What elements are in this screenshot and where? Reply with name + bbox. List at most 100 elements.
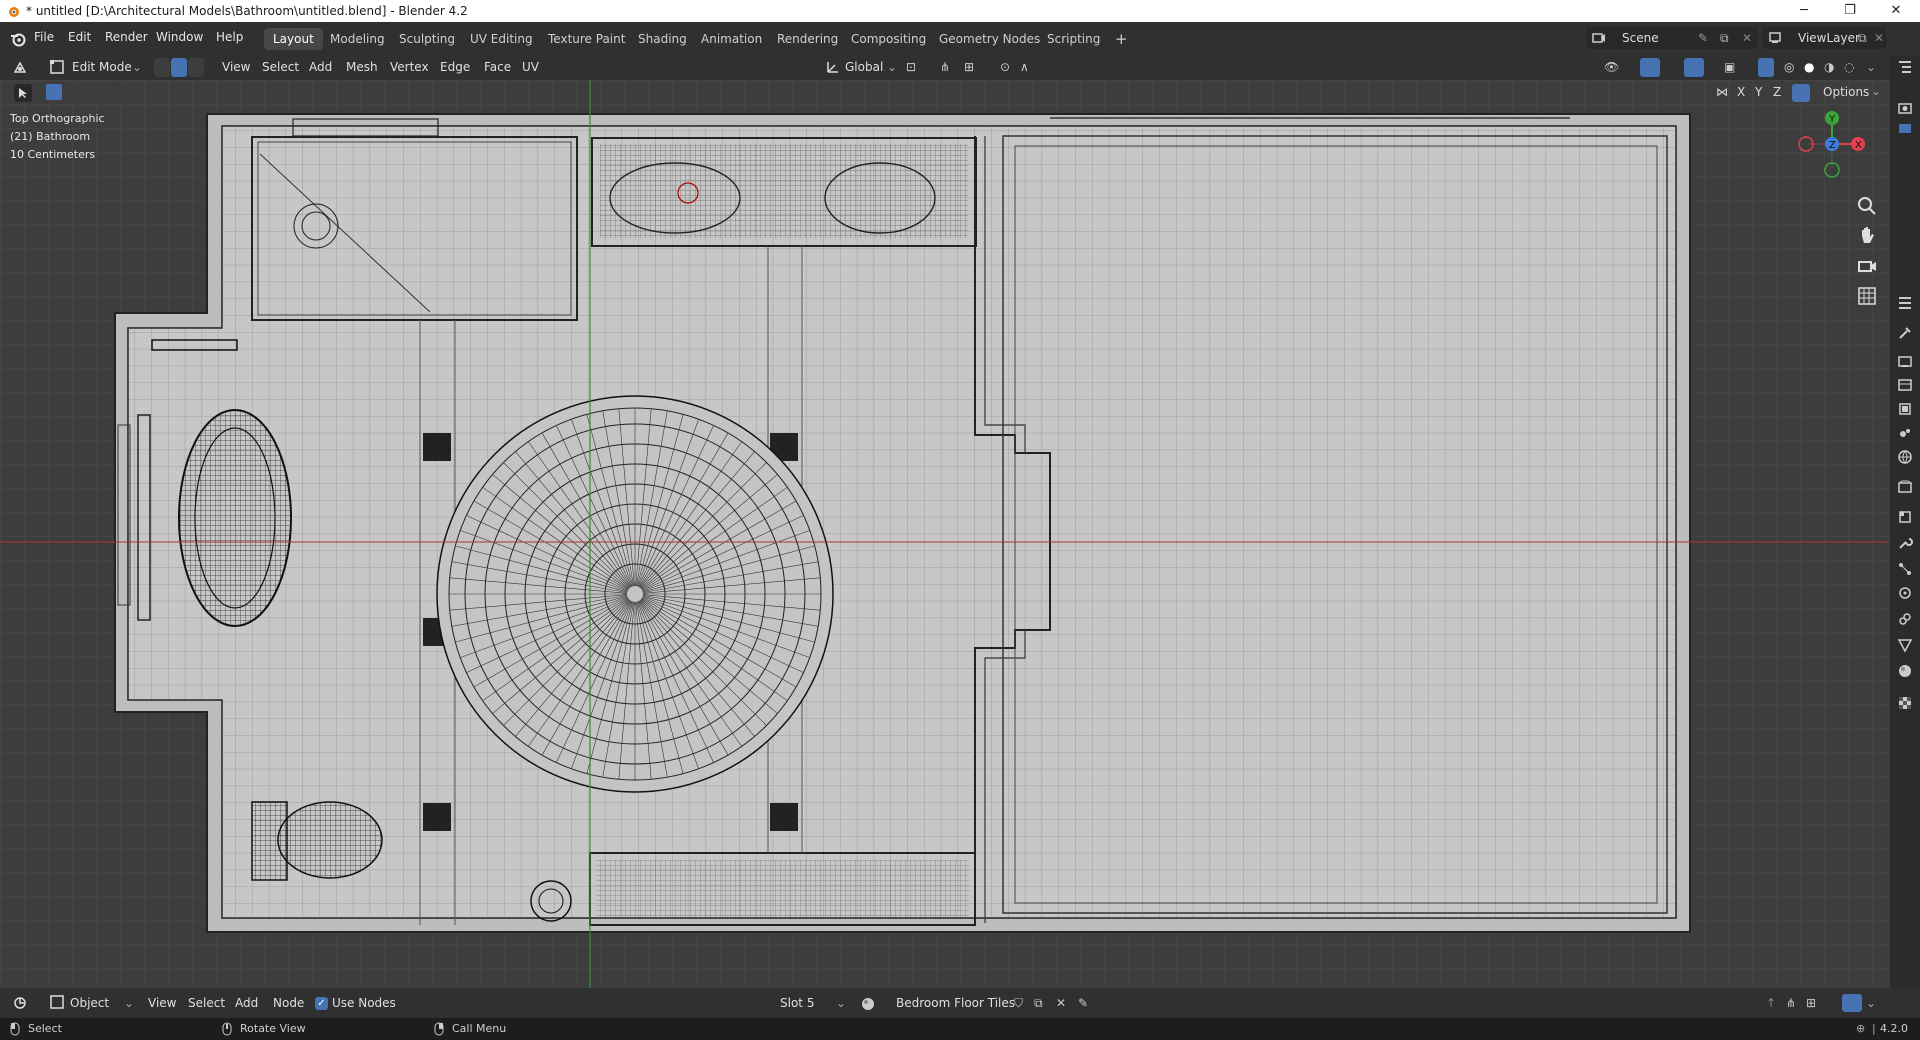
- editor-type-icon[interactable]: [12, 60, 28, 76]
- mirror-icon[interactable]: ⋈: [1716, 85, 1728, 99]
- menu-render[interactable]: Render: [105, 30, 148, 44]
- camera-view-icon[interactable]: [1855, 254, 1879, 278]
- camera-icon[interactable]: [1897, 99, 1913, 115]
- modifier-wrench-icon[interactable]: [1897, 535, 1913, 551]
- xray-icon[interactable]: ▣: [1724, 60, 1735, 74]
- remove-viewlayer-icon[interactable]: ✕: [1874, 27, 1884, 49]
- snap-target-icon[interactable]: ⊞: [1806, 996, 1816, 1010]
- close-window-button[interactable]: ✕: [1876, 1, 1916, 21]
- output-icon[interactable]: [1897, 377, 1913, 393]
- mode-selector[interactable]: Edit Mode: [72, 60, 132, 74]
- tab-geometry-nodes[interactable]: Geometry Nodes: [930, 28, 1049, 50]
- select-mode-invert-button[interactable]: [100, 84, 116, 100]
- auto-merge-toggle[interactable]: [1792, 84, 1810, 102]
- ortho-grid-icon[interactable]: [1855, 284, 1879, 308]
- snap-icon[interactable]: ⋔: [940, 60, 950, 74]
- pivot-point-icon[interactable]: ⊡: [906, 60, 916, 74]
- constraints-icon[interactable]: [1897, 611, 1913, 627]
- new-viewlayer-icon[interactable]: ⧉: [1858, 27, 1867, 49]
- options-menu[interactable]: Options: [1823, 85, 1869, 99]
- visibility-icon[interactable]: 👁: [1604, 60, 1619, 74]
- texture-icon[interactable]: [1897, 695, 1913, 711]
- remove-scene-icon[interactable]: ✕: [1742, 27, 1752, 49]
- unlink-material-icon[interactable]: ✕: [1056, 996, 1066, 1010]
- menu-select[interactable]: Select: [262, 60, 299, 74]
- 3d-viewport[interactable]: ⋈ X Y Z Options ⌄ Top Orthographic (21) …: [0, 80, 1890, 988]
- object-icon[interactable]: [1897, 509, 1913, 525]
- parent-node-arrow-icon[interactable]: ↑: [1766, 996, 1776, 1010]
- face-select-mode-button[interactable]: [188, 58, 204, 77]
- menu-mesh[interactable]: Mesh: [346, 60, 378, 74]
- shader-type-selector[interactable]: Object: [70, 996, 109, 1010]
- material-name[interactable]: Bedroom Floor Tiles: [896, 996, 1015, 1010]
- viewport-canvas[interactable]: [0, 80, 1890, 988]
- tab-uv-editing[interactable]: UV Editing: [461, 28, 542, 50]
- gizmo-toggle-button[interactable]: [1640, 58, 1660, 77]
- select-tool-button[interactable]: [14, 84, 32, 102]
- xray-toggle-button[interactable]: [1758, 58, 1774, 77]
- properties-editor-icon[interactable]: [1897, 295, 1913, 311]
- menu-add[interactable]: Add: [309, 60, 332, 74]
- overlay-toggle-button[interactable]: [1842, 994, 1862, 1012]
- node-editor-icon[interactable]: [12, 995, 28, 1011]
- menu-add[interactable]: Add: [235, 996, 258, 1010]
- mirror-y-toggle[interactable]: Y: [1755, 85, 1762, 99]
- proportional-edit-icon[interactable]: ⊙: [1000, 60, 1010, 74]
- chevron-down-icon[interactable]: ⌄: [887, 60, 897, 74]
- chevron-down-icon[interactable]: ⌄: [132, 60, 142, 74]
- material-icon[interactable]: [1897, 663, 1913, 679]
- mesh-data-icon[interactable]: [1897, 637, 1913, 653]
- pan-hand-icon[interactable]: [1855, 224, 1879, 248]
- zoom-icon[interactable]: [1855, 194, 1879, 218]
- tab-animation[interactable]: Animation: [692, 28, 771, 50]
- snap-target-icon[interactable]: ⊞: [964, 60, 974, 74]
- menu-window[interactable]: Window: [156, 30, 203, 44]
- tab-shading[interactable]: Shading: [629, 28, 696, 50]
- view-layer-icon[interactable]: [1897, 401, 1913, 417]
- tab-sculpting[interactable]: Sculpting: [390, 28, 464, 50]
- tab-scripting[interactable]: Scripting: [1038, 28, 1109, 50]
- use-nodes-checkbox[interactable]: ✓: [315, 997, 328, 1010]
- tab-rendering[interactable]: Rendering: [768, 28, 847, 50]
- outliner-icon[interactable]: [1897, 59, 1913, 75]
- menu-file[interactable]: File: [34, 30, 54, 44]
- chevron-down-icon[interactable]: ⌄: [1871, 84, 1881, 98]
- tab-compositing[interactable]: Compositing: [842, 28, 935, 50]
- edge-select-mode-button[interactable]: [171, 58, 187, 77]
- rendered-shading-icon[interactable]: ◌: [1844, 60, 1854, 74]
- menu-node[interactable]: Node: [273, 996, 304, 1010]
- orientation-selector[interactable]: Global: [845, 60, 883, 74]
- particles-icon[interactable]: [1897, 561, 1913, 577]
- falloff-icon[interactable]: ∧: [1020, 60, 1029, 74]
- menu-uv[interactable]: UV: [522, 60, 539, 74]
- menu-view[interactable]: View: [222, 60, 250, 74]
- scene-selector[interactable]: Scene ✎ ⧉ ✕: [1586, 27, 1758, 49]
- select-mode-intersect-button[interactable]: [118, 84, 134, 100]
- restore-button[interactable]: ❐: [1830, 1, 1870, 21]
- vertex-select-mode-button[interactable]: [154, 58, 170, 77]
- chevron-down-icon[interactable]: ⌄: [124, 996, 134, 1010]
- duplicate-material-icon[interactable]: ⧉: [1034, 996, 1043, 1011]
- material-shading-icon[interactable]: ◑: [1824, 60, 1834, 74]
- chevron-down-icon[interactable]: ⌄: [836, 996, 846, 1010]
- menu-view[interactable]: View: [148, 996, 176, 1010]
- render-preview-icon[interactable]: [1897, 119, 1913, 135]
- new-scene-icon[interactable]: ⧉: [1720, 27, 1729, 49]
- overlay-toggle-button[interactable]: [1684, 58, 1704, 77]
- tab-texture-paint[interactable]: Texture Paint: [539, 28, 634, 50]
- round-rug[interactable]: [436, 395, 834, 793]
- navigation-gizmo[interactable]: Y X Z: [1796, 102, 1868, 182]
- viewlayer-selector[interactable]: ViewLayer ⧉ ✕: [1762, 27, 1886, 49]
- wireframe-shading-icon[interactable]: ◎: [1784, 60, 1794, 74]
- fake-user-shield-icon[interactable]: ⛉: [1014, 996, 1023, 1011]
- floor-plan[interactable]: [114, 113, 1691, 933]
- minimize-button[interactable]: ─: [1784, 1, 1824, 21]
- solid-shading-icon[interactable]: ●: [1804, 60, 1814, 74]
- slot-selector[interactable]: Slot 5: [780, 996, 814, 1010]
- select-mode-extend-button[interactable]: [64, 84, 80, 100]
- menu-select[interactable]: Select: [188, 996, 225, 1010]
- menu-face[interactable]: Face: [484, 60, 511, 74]
- physics-icon[interactable]: [1897, 585, 1913, 601]
- select-mode-set-button[interactable]: [46, 84, 62, 100]
- tab-layout[interactable]: Layout: [264, 28, 323, 50]
